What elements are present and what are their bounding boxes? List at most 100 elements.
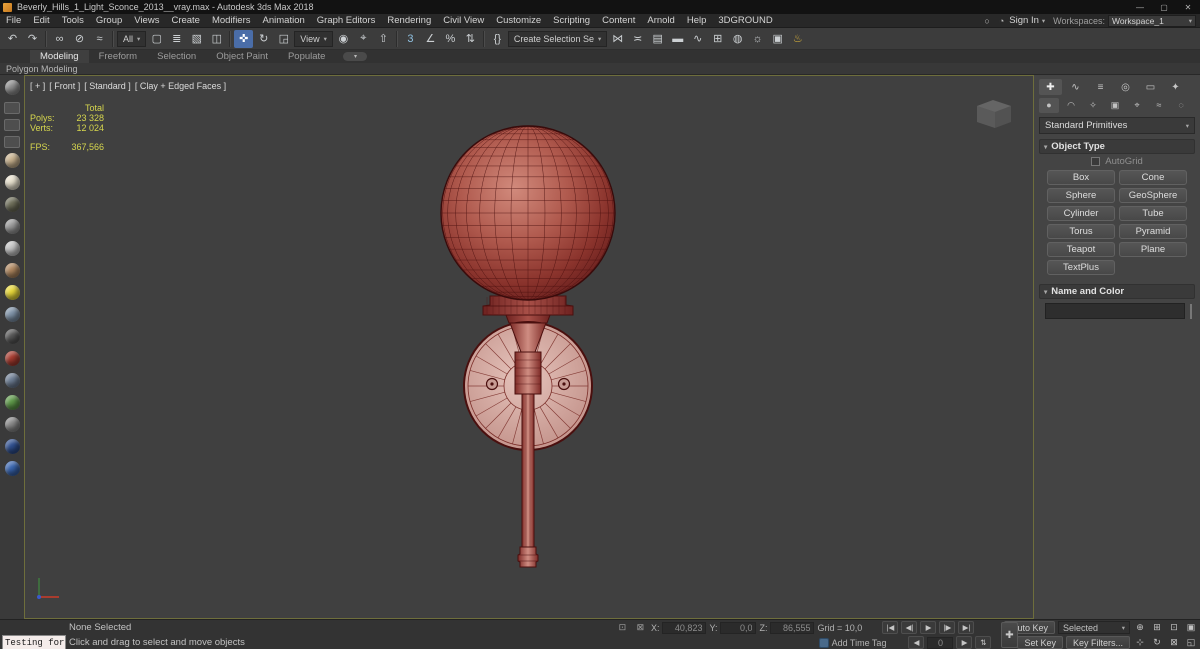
z-coordinate-field[interactable] (770, 621, 815, 634)
schematic-view-icon[interactable]: ⊞ (708, 30, 727, 48)
cone-button[interactable]: Cone (1119, 170, 1187, 185)
menu-civil-view[interactable]: Civil View (437, 14, 490, 27)
select-and-manipulate-icon[interactable]: ⌖ (354, 30, 373, 48)
curve-editor-icon[interactable]: ∿ (688, 30, 707, 48)
named-selection-sets-dropdown[interactable]: Create Selection Se ▾ (507, 30, 608, 47)
primitive-category-dropdown[interactable]: Standard Primitives ▾ (1039, 117, 1195, 134)
undo-button[interactable]: ↶ (3, 30, 22, 48)
rendered-frame-window-icon[interactable]: ▣ (768, 30, 787, 48)
maximize-viewport-icon[interactable]: ▣ (1184, 621, 1198, 634)
create-tab-icon[interactable]: ✚ (1039, 79, 1062, 95)
minimize-button[interactable]: — (1128, 0, 1152, 14)
mirror-icon[interactable]: ⋈ (608, 30, 627, 48)
select-by-name-icon[interactable]: ≣ (167, 30, 186, 48)
space-warps-category-icon[interactable]: ≈ (1149, 98, 1169, 113)
x-coordinate-field[interactable] (662, 621, 707, 634)
material-editor-icon[interactable]: ◍ (728, 30, 747, 48)
textplus-button[interactable]: TextPlus (1047, 260, 1115, 275)
tab-freeform[interactable]: Freeform (89, 50, 148, 63)
viewport-front[interactable]: [ + ] [ Front ] [ Standard ] [ Clay + Ed… (24, 75, 1034, 619)
teapot-button[interactable]: Teapot (1047, 242, 1115, 257)
shapes-category-icon[interactable]: ◠ (1061, 98, 1081, 113)
maxscript-mini-listener[interactable]: Testing for (2, 635, 66, 649)
min-max-toggle-icon[interactable]: ◱ (1184, 636, 1198, 649)
unlink-selection-icon[interactable]: ⊘ (70, 30, 89, 48)
menu-views[interactable]: Views (128, 14, 165, 27)
custom-tool-icon[interactable] (4, 417, 20, 432)
menu-customize[interactable]: Customize (490, 14, 547, 27)
box-button[interactable]: Box (1047, 170, 1115, 185)
frame-spinner[interactable]: ⇅ (975, 636, 992, 649)
plane-button[interactable]: Plane (1119, 242, 1187, 257)
next-frame-button[interactable]: |▶ (939, 621, 956, 634)
menu-tools[interactable]: Tools (56, 14, 90, 27)
menu-scripting[interactable]: Scripting (547, 14, 596, 27)
select-object-icon[interactable]: ▢ (147, 30, 166, 48)
motion-tab-icon[interactable]: ◎ (1114, 79, 1137, 95)
zoom-all-icon[interactable]: ⊞ (1150, 621, 1164, 634)
systems-category-icon[interactable]: ◌ (1171, 98, 1191, 113)
go-to-end-button[interactable]: ▶| (958, 621, 975, 634)
set-key-button[interactable]: Set Key (1017, 636, 1063, 649)
menu-modifiers[interactable]: Modifiers (206, 14, 257, 27)
custom-tool-icon[interactable] (4, 285, 20, 300)
viewport-renderer-menu[interactable]: [ Standard ] (84, 81, 131, 91)
custom-tool-icon[interactable] (4, 219, 20, 234)
select-and-rotate-icon[interactable]: ↻ (254, 30, 273, 48)
name-and-color-rollout[interactable]: ▾ Name and Color (1039, 284, 1195, 299)
angle-snap-icon[interactable]: ∠ (421, 30, 440, 48)
go-to-start-button[interactable]: |◀ (882, 621, 899, 634)
menu-file[interactable]: File (0, 14, 27, 27)
utilities-tab-icon[interactable]: ✦ (1164, 79, 1187, 95)
spinner-snap-icon[interactable]: ⇅ (461, 30, 480, 48)
select-and-move-icon[interactable]: ✜ (234, 29, 254, 48)
selection-lock-icon[interactable]: ⊠ (633, 621, 648, 634)
keyboard-override-icon[interactable]: ⇧ (374, 30, 393, 48)
selection-filter-dropdown[interactable]: All ▾ (117, 30, 147, 47)
modify-tab-icon[interactable]: ∿ (1064, 79, 1087, 95)
key-filters-button[interactable]: Key Filters... (1065, 636, 1130, 649)
cameras-category-icon[interactable]: ▣ (1105, 98, 1125, 113)
custom-tool-icon[interactable] (4, 241, 20, 256)
selected-set-dropdown[interactable]: Selected ▾ (1058, 621, 1130, 634)
isolate-selection-icon[interactable]: ⊡ (615, 621, 630, 634)
tab-selection[interactable]: Selection (147, 50, 206, 63)
add-time-tag[interactable]: Add Time Tag (832, 638, 887, 648)
menu-animation[interactable]: Animation (257, 14, 311, 27)
selection-region-icon[interactable]: ▧ (187, 30, 206, 48)
menu-help[interactable]: Help (681, 14, 713, 27)
custom-tool-icon[interactable] (4, 439, 20, 454)
tab-object-paint[interactable]: Object Paint (206, 50, 278, 63)
cylinder-button[interactable]: Cylinder (1047, 206, 1115, 221)
object-color-swatch[interactable] (1190, 303, 1192, 319)
helpers-category-icon[interactable]: ⌖ (1127, 98, 1147, 113)
panel-tool-icon[interactable] (4, 119, 20, 131)
menu-3dground[interactable]: 3DGROUND (712, 14, 778, 27)
select-and-scale-icon[interactable]: ◲ (274, 30, 293, 48)
viewport-general-menu[interactable]: [ + ] (30, 81, 45, 91)
search-icon[interactable]: ○ (982, 16, 991, 26)
current-frame-field[interactable] (927, 636, 954, 649)
custom-tool-icon[interactable] (4, 373, 20, 388)
custom-tool-icon[interactable] (4, 329, 20, 344)
toggle-ribbon-icon[interactable]: ▬ (668, 30, 687, 48)
menu-group[interactable]: Group (90, 14, 128, 27)
geosphere-button[interactable]: GeoSphere (1119, 188, 1187, 203)
ribbon-minimize-button[interactable]: ▾ (343, 52, 368, 61)
custom-tool-icon[interactable] (4, 351, 20, 366)
menu-create[interactable]: Create (165, 14, 206, 27)
hierarchy-tab-icon[interactable]: ≡ (1089, 79, 1112, 95)
custom-tool-icon[interactable] (4, 307, 20, 322)
custom-tool-icon[interactable] (4, 461, 20, 476)
menu-content[interactable]: Content (596, 14, 641, 27)
geometry-category-icon[interactable]: ● (1039, 97, 1059, 113)
custom-tool-icon[interactable] (4, 197, 20, 212)
object-type-rollout[interactable]: ▾ Object Type (1039, 139, 1195, 154)
orbit-icon[interactable]: ↻ (1150, 636, 1164, 649)
edit-named-selection-sets-icon[interactable]: {} (488, 30, 507, 48)
y-coordinate-field[interactable] (720, 621, 757, 634)
select-and-link-icon[interactable]: ∞ (50, 30, 69, 48)
lights-category-icon[interactable]: ✧ (1083, 98, 1103, 113)
menu-graph-editors[interactable]: Graph Editors (311, 14, 382, 27)
bind-to-space-warp-icon[interactable]: ≈ (90, 30, 109, 48)
